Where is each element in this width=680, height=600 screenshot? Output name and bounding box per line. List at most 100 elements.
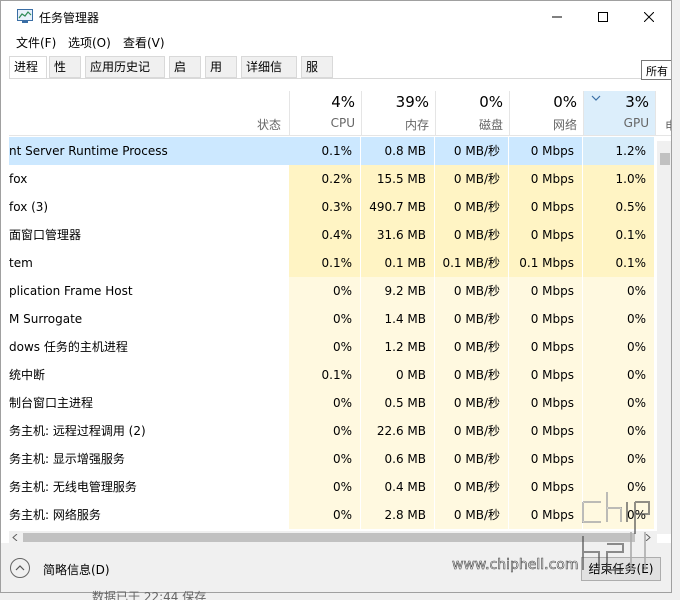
close-icon [644, 11, 654, 22]
disk-value: 0 MB/秒 [435, 137, 509, 165]
tab-performance[interactable]: 性能 [49, 56, 81, 95]
memory-value: 0.8 MB [361, 137, 435, 165]
tab-users[interactable]: 用户 [205, 56, 237, 95]
process-row[interactable]: 务主机: 网络服务 0% 2.8 MB 0 MB/秒 0 Mbps 0% [9, 501, 655, 529]
network-value: 0 Mbps [509, 389, 583, 417]
disk-value: 0 MB/秒 [435, 473, 509, 501]
process-name: 务主机: 显示增强服务 [9, 452, 125, 466]
column-header-cpu[interactable]: CPU [293, 116, 355, 130]
horizontal-scrollbar[interactable] [9, 531, 657, 543]
scroll-left-icon[interactable] [12, 534, 18, 541]
column-header-memory[interactable]: 内存 [365, 116, 429, 133]
process-name: M Surrogate [9, 312, 83, 326]
memory-value: 490.7 MB [361, 193, 435, 221]
network-value: 0 Mbps [509, 277, 583, 305]
disk-value: 0 MB/秒 [435, 445, 509, 473]
network-value: 0 Mbps [509, 221, 583, 249]
gpu-total-percent[interactable]: 3% [587, 93, 649, 111]
menu-bar: 文件(F) 选项(O) 查看(V) [1, 32, 671, 52]
memory-value: 0.4 MB [361, 473, 435, 501]
tab-details[interactable]: 详细信息 [241, 56, 297, 95]
column-header-status[interactable]: 状态 [257, 116, 281, 133]
memory-value: 15.5 MB [361, 165, 435, 193]
process-row[interactable]: dows 任务的主机进程 0% 1.2 MB 0 MB/秒 0 Mbps 0% [9, 333, 655, 361]
process-name: plication Frame Host [9, 284, 133, 298]
gpu-value: 0.5% [583, 193, 655, 221]
process-row[interactable]: fox 0.2% 15.5 MB 0 MB/秒 0 Mbps 1.0% [9, 165, 655, 193]
process-row[interactable]: 务主机: 远程过程调用 (2) 0% 22.6 MB 0 MB/秒 0 Mbps 0% [9, 417, 655, 445]
cpu-value: 0.3% [289, 193, 361, 221]
tab-app-history[interactable]: 应用历史记录 [85, 56, 165, 95]
disk-value: 0 MB/秒 [435, 193, 509, 221]
menu-file[interactable]: 文件(F) [16, 34, 56, 51]
horizontal-scroll-thumb[interactable] [23, 533, 635, 542]
network-value: 0 Mbps [509, 417, 583, 445]
column-header-gpu[interactable]: GPU [587, 116, 649, 130]
process-row[interactable]: 务主机: 无线电管理服务 0% 0.4 MB 0 MB/秒 0 Mbps 0% [9, 473, 655, 501]
process-row[interactable]: tem 0.1% 0.1 MB 0.1 MB/秒 0.1 Mbps 0.1% [9, 249, 655, 277]
process-row[interactable]: 统中断 0.1% 0 MB 0 MB/秒 0 Mbps 0% [9, 361, 655, 389]
memory-value: 22.6 MB [361, 417, 435, 445]
tab-services[interactable]: 服务 [301, 56, 333, 95]
process-name: dows 任务的主机进程 [9, 340, 128, 354]
process-name: 制台窗口主进程 [9, 396, 94, 410]
network-value: 0 Mbps [509, 501, 583, 529]
process-name: 务主机: 无线电管理服务 [9, 480, 137, 494]
cpu-value: 0% [289, 389, 361, 417]
gpu-value: 1.2% [583, 137, 655, 165]
menu-options[interactable]: 选项(O) [68, 34, 111, 51]
process-row[interactable]: 面窗口管理器 0.4% 31.6 MB 0 MB/秒 0 Mbps 0.1% [9, 221, 655, 249]
menu-view[interactable]: 查看(V) [123, 34, 165, 51]
vertical-scrollbar[interactable] [657, 141, 671, 534]
column-header-network[interactable]: 网络 [513, 116, 577, 133]
process-row[interactable]: plication Frame Host 0% 9.2 MB 0 MB/秒 0 Mbps… [9, 277, 655, 305]
tooltip: 所有 [641, 60, 671, 80]
memory-value: 9.2 MB [361, 277, 435, 305]
tab-startup[interactable]: 启动 [169, 56, 201, 95]
background-status-text: 数据已于 22:44 保存 [92, 590, 207, 600]
memory-value: 0.6 MB [361, 445, 435, 473]
network-value: 0 Mbps [509, 445, 583, 473]
process-name: 统中断 [9, 368, 46, 382]
process-name: fox (3) [9, 200, 49, 214]
network-value: 0 Mbps [509, 305, 583, 333]
column-header-disk[interactable]: 磁盘 [439, 116, 503, 133]
disk-value: 0 MB/秒 [435, 361, 509, 389]
disk-value: 0 MB/秒 [435, 333, 509, 361]
fewer-details-link[interactable]: 简略信息(D) [43, 561, 110, 578]
fewer-details-icon[interactable] [10, 558, 30, 578]
minimize-button[interactable] [534, 1, 580, 32]
process-row[interactable]: nt Server Runtime Process 0.1% 0.8 MB 0 MB/… [9, 137, 655, 165]
process-name: nt Server Runtime Process [9, 144, 168, 158]
process-row[interactable]: M Surrogate 0% 1.4 MB 0 MB/秒 0 Mbps 0% [9, 305, 655, 333]
chiphell-watermark-logo [582, 492, 650, 571]
tab-processes[interactable]: 进程 [9, 56, 47, 79]
close-button[interactable] [626, 1, 671, 32]
disk-value: 0 MB/秒 [435, 417, 509, 445]
process-row[interactable]: 制台窗口主进程 0% 0.5 MB 0 MB/秒 0 Mbps 0% [9, 389, 655, 417]
cpu-value: 0.1% [289, 137, 361, 165]
network-value: 0 Mbps [509, 193, 583, 221]
disk-value: 0 MB/秒 [435, 501, 509, 529]
column-divider [583, 91, 584, 135]
process-row[interactable]: 务主机: 显示增强服务 0% 0.6 MB 0 MB/秒 0 Mbps 0% [9, 445, 655, 473]
memory-value: 1.2 MB [361, 333, 435, 361]
column-divider [289, 91, 290, 135]
memory-total-percent[interactable]: 39% [365, 93, 429, 111]
process-row[interactable]: fox (3) 0.3% 490.7 MB 0 MB/秒 0 Mbps 0.5% [9, 193, 655, 221]
maximize-icon [598, 11, 608, 22]
network-value: 0 Mbps [509, 473, 583, 501]
column-header-next[interactable]: 电 [665, 117, 671, 134]
disk-value: 0 MB/秒 [435, 165, 509, 193]
maximize-button[interactable] [580, 1, 626, 32]
cpu-value: 0% [289, 305, 361, 333]
network-value: 0.1 Mbps [509, 249, 583, 277]
disk-total-percent[interactable]: 0% [439, 93, 503, 111]
header-divider [9, 135, 671, 136]
cpu-total-percent[interactable]: 4% [293, 93, 355, 111]
vertical-scroll-thumb[interactable] [660, 153, 670, 165]
cpu-value: 0.1% [289, 361, 361, 389]
network-value: 0 Mbps [509, 361, 583, 389]
title-bar[interactable]: 任务管理器 [1, 1, 671, 32]
network-total-percent[interactable]: 0% [513, 93, 577, 111]
